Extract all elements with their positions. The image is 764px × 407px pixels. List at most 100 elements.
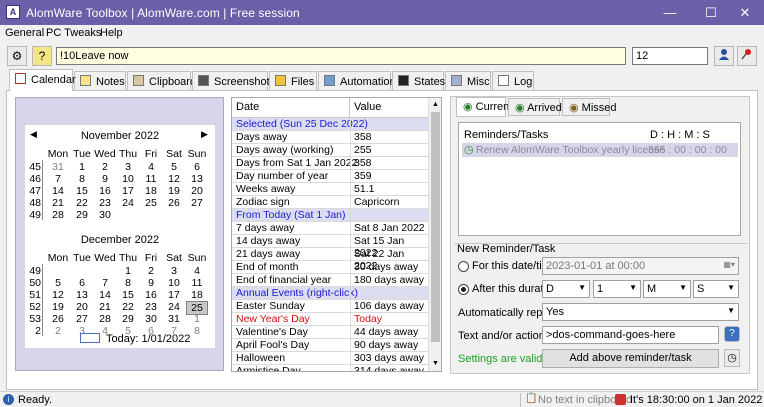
calendar-day[interactable]: 7 [94, 277, 116, 289]
table-row[interactable]: Days away (working) 255 [232, 144, 429, 157]
calendar-day[interactable]: 4 [140, 161, 162, 173]
tab-screenshots[interactable]: Screenshots [192, 71, 275, 90]
calendar-day[interactable]: 22 [71, 197, 93, 209]
calendar-day[interactable]: 7 [47, 173, 69, 185]
duration-value[interactable]: 1 ▼ [593, 280, 641, 298]
tab-automation[interactable]: Automation [318, 71, 396, 90]
table-row[interactable]: End of financial year 180 days away [232, 274, 429, 287]
calendar-day[interactable]: 3 [163, 265, 185, 277]
calendar-day[interactable]: 28 [94, 313, 116, 325]
duration-unit-m[interactable]: M ▼ [643, 280, 691, 298]
table-row[interactable]: 21 days away Sat 22 Jan 2022 [232, 248, 429, 272]
table-row[interactable]: Annual Events (right-click) [232, 287, 429, 300]
table-row[interactable]: Valentine's Day 44 days away [232, 326, 429, 339]
calendar-day[interactable]: 24 [163, 301, 185, 313]
calendar-day[interactable]: 3 [117, 161, 139, 173]
tab-calendar[interactable]: Calendar [9, 69, 76, 91]
calendar-day[interactable]: 19 [47, 301, 69, 313]
calendar-day[interactable]: 28 [47, 209, 69, 221]
action-input[interactable]: >dos-command-goes-here [542, 326, 719, 344]
calendar-day[interactable]: 6 [71, 277, 93, 289]
tab-misc[interactable]: Misc [445, 71, 491, 90]
calendar-day[interactable]: 25 [140, 197, 162, 209]
table-row[interactable]: April Fool's Day 90 days away [232, 339, 429, 352]
close-button[interactable]: ✕ [731, 3, 759, 22]
calendar-day[interactable]: 1 [71, 161, 93, 173]
calendar-day[interactable]: 12 [47, 289, 69, 301]
gear-icon[interactable]: ⚙ [7, 46, 27, 66]
calendar-day[interactable]: 20 [186, 185, 208, 197]
menu-general[interactable]: General [5, 27, 44, 39]
table-row[interactable]: Selected (Sun 25 Dec 2022) [232, 118, 429, 131]
col-header-date[interactable]: Date [232, 98, 350, 118]
calendar-widget[interactable]: ◀ ▶ November 2022 December 2022 Mon Tue We… [25, 125, 215, 348]
calendar-day[interactable]: 21 [47, 197, 69, 209]
calendar-day[interactable]: 4 [186, 265, 208, 277]
tab-notes[interactable]: Notes [74, 71, 126, 90]
radio-for-date[interactable] [458, 261, 469, 272]
table-row[interactable]: End of month 30 days away [232, 261, 429, 274]
col-header-value[interactable]: Value [350, 98, 429, 118]
calendar-day[interactable]: 2 [47, 325, 69, 337]
table-scrollbar[interactable]: ▲ ▼ [428, 98, 441, 371]
calendar-day[interactable]: 20 [71, 301, 93, 313]
tab-missed[interactable]: ◉ Missed [562, 98, 617, 116]
calendar-day[interactable]: 5 [47, 277, 69, 289]
scroll-thumb[interactable] [431, 112, 440, 342]
calendar-day[interactable]: 15 [117, 289, 139, 301]
calendar-day[interactable]: 16 [94, 185, 116, 197]
duration-unit-d[interactable]: D ▼ [542, 280, 590, 298]
calendar-day[interactable]: 31 [47, 161, 69, 173]
calendar-day[interactable]: 18 [140, 185, 162, 197]
repeat-select[interactable]: Yes ▼ [542, 303, 739, 321]
calendar-day[interactable]: 14 [47, 185, 69, 197]
date-time-picker[interactable]: 2023-01-01 at 00:00 ▦▾ [542, 257, 739, 275]
calendar-day[interactable]: 2 [94, 161, 116, 173]
calendar-day[interactable]: 17 [163, 289, 185, 301]
number-field[interactable]: 12 [632, 47, 708, 65]
calendar-day[interactable]: 24 [117, 197, 139, 209]
table-row[interactable]: Easter Sunday 106 days away [232, 300, 429, 313]
pin-icon[interactable] [737, 46, 757, 66]
table-row[interactable]: Weeks away 51.1 [232, 183, 429, 196]
calendar-day[interactable]: 26 [163, 197, 185, 209]
calendar-day[interactable]: 22 [117, 301, 139, 313]
scroll-up-icon[interactable]: ▲ [432, 101, 439, 108]
calendar-day[interactable]: 10 [117, 173, 139, 185]
calendar-day[interactable]: 29 [117, 313, 139, 325]
tab-clipboard[interactable]: Clipboard [127, 71, 196, 90]
table-row[interactable]: Armistice Day 314 days away [232, 365, 429, 371]
calendar-day[interactable]: 5 [163, 161, 185, 173]
calendar-day[interactable]: 23 [94, 197, 116, 209]
user-icon[interactable] [714, 46, 734, 66]
minimize-button[interactable]: — [656, 3, 684, 22]
calendar-day[interactable]: 1 [117, 265, 139, 277]
tab-arrived[interactable]: ◉ Arrived [508, 98, 562, 116]
calendar-day[interactable]: 9 [140, 277, 162, 289]
table-row[interactable]: Days away 358 [232, 131, 429, 144]
calendar-day[interactable]: 9 [94, 173, 116, 185]
tab-states[interactable]: States [392, 71, 445, 90]
calendar-day[interactable]: 21 [94, 301, 116, 313]
tab-files[interactable]: Files [269, 71, 317, 90]
tab-current[interactable]: ◉ Current [456, 97, 512, 117]
calendar-day[interactable]: 11 [186, 277, 208, 289]
calendar-day[interactable]: 14 [94, 289, 116, 301]
november-grid[interactable]: Mon Tue Wed Thu Fri Sat Sun 45 31 1 2 3 4 5 6 46 7 8 9 10 11… [25, 148, 215, 228]
calendar-day[interactable]: 26 [47, 313, 69, 325]
radio-after-duration[interactable] [458, 284, 469, 295]
help-icon[interactable]: ? [32, 46, 52, 66]
calendar-day[interactable]: 30 [94, 209, 116, 221]
table-row[interactable]: Day number of year 359 [232, 170, 429, 183]
calendar-day[interactable]: 8 [71, 173, 93, 185]
calendar-day[interactable]: 6 [186, 161, 208, 173]
table-row[interactable]: 14 days away Sat 15 Jan 2022 [232, 235, 429, 259]
menu-help[interactable]: Help [100, 27, 123, 39]
table-row[interactable]: Zodiac sign Capricorn [232, 196, 429, 209]
command-input[interactable]: !10Leave now [56, 47, 626, 65]
calendar-day[interactable]: 2 [140, 265, 162, 277]
calendar-day[interactable]: 30 [140, 313, 162, 325]
col-dhms[interactable]: D : H : M : S [650, 129, 710, 141]
reminder-row[interactable]: ◷ Renew AlomWare Toolbox yearly license … [462, 143, 738, 157]
calendar-day[interactable]: 13 [71, 289, 93, 301]
